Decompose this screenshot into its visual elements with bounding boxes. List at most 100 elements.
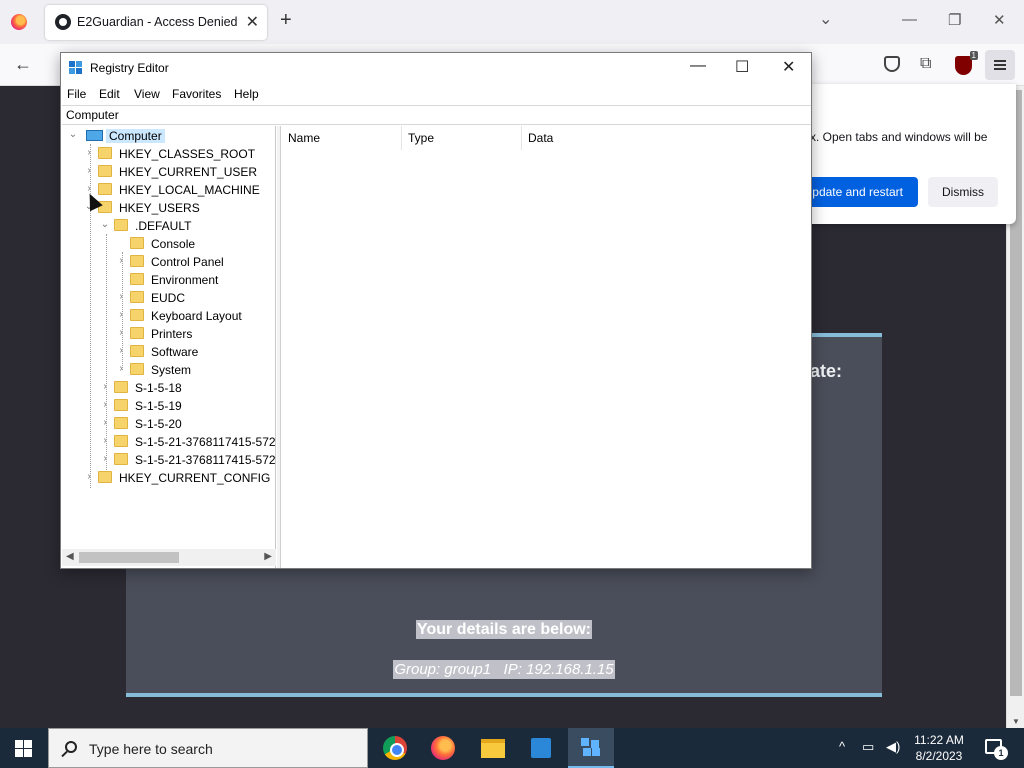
regedit-maximize-button[interactable]: ☐ xyxy=(735,57,749,77)
tree-node-hkey-current-config[interactable]: › HKEY_CURRENT_CONFIG xyxy=(84,469,274,487)
group-ip-line: Group: group1 IP: 192.168.1.15 xyxy=(393,660,615,679)
notifications-icon[interactable]: 1 xyxy=(985,739,1008,760)
browser-tab[interactable]: E2Guardian - Access Denied ✕ xyxy=(45,5,267,40)
taskbar-search-box[interactable]: Type here to search xyxy=(48,728,368,768)
windows-start-icon[interactable] xyxy=(15,740,32,757)
menu-favorites[interactable]: Favorites xyxy=(172,87,221,101)
registry-editor-window: Registry Editor — ☐ ✕ File Edit View Fav… xyxy=(60,52,812,569)
chevron-right-icon[interactable]: › xyxy=(116,363,126,374)
page-heading: ate: xyxy=(810,361,843,381)
browser-close-button[interactable]: ✕ xyxy=(993,11,1006,29)
scroll-right-arrow[interactable]: ▶ xyxy=(264,551,272,562)
chevron-down-icon[interactable]: ⌄ xyxy=(100,219,110,230)
new-tab-button[interactable]: + xyxy=(280,9,292,32)
firefox-icon[interactable] xyxy=(11,14,27,30)
column-header-type[interactable]: Type xyxy=(402,126,522,150)
dismiss-button[interactable]: Dismiss xyxy=(928,177,998,207)
taskbar: Type here to search ^ ▭ ◀) 11:22 AM 8/2/… xyxy=(0,728,1024,768)
taskbar-clock[interactable]: 11:22 AM 8/2/2023 xyxy=(905,732,973,764)
chevron-right-icon[interactable]: › xyxy=(100,453,110,464)
regedit-close-button[interactable]: ✕ xyxy=(782,57,795,77)
tree-node-hkey-local-machine[interactable]: › HKEY_LOCAL_MACHINE xyxy=(84,181,274,199)
chevron-right-icon[interactable]: › xyxy=(100,381,110,392)
folder-icon xyxy=(98,147,112,159)
chrome-icon[interactable] xyxy=(383,736,407,760)
menu-edit[interactable]: Edit xyxy=(99,87,120,101)
volume-icon[interactable]: ◀) xyxy=(886,739,900,755)
github-icon xyxy=(55,14,71,30)
back-button[interactable]: ← xyxy=(14,54,32,75)
chevron-right-icon[interactable]: › xyxy=(116,309,126,320)
ublock-icon[interactable]: 1 xyxy=(955,51,978,75)
tree-node-default[interactable]: ⌄ .DEFAULT xyxy=(100,217,275,235)
chevron-right-icon[interactable]: › xyxy=(100,399,110,410)
tree-horizontal-scrollbar[interactable]: ◀ ▶ xyxy=(62,549,276,566)
column-header-name[interactable]: Name xyxy=(282,126,402,150)
chevron-right-icon[interactable]: › xyxy=(116,255,126,266)
browser-restore-button[interactable]: ❐ xyxy=(948,11,961,29)
pane-splitter[interactable] xyxy=(277,126,281,568)
network-icon[interactable]: ▭ xyxy=(862,739,874,755)
computer-icon xyxy=(86,130,103,141)
update-notification-panel: x. Open tabs and windows will be pdate a… xyxy=(790,84,1016,224)
tree-node-hkey-current-user[interactable]: › HKEY_CURRENT_USER xyxy=(84,163,274,181)
tree-node-console[interactable]: Console xyxy=(116,235,275,253)
tree-node-sid-21-b[interactable]: › S-1-5-21-3768117415-5727 xyxy=(100,451,275,469)
folder-icon xyxy=(130,327,144,339)
chevron-right-icon[interactable]: › xyxy=(116,345,126,356)
regedit-title-bar[interactable]: Registry Editor — ☐ ✕ xyxy=(61,53,811,83)
folder-icon xyxy=(114,453,128,465)
browser-tab-bar: E2Guardian - Access Denied ✕ + ⌄ — ❐ ✕ xyxy=(0,0,1024,44)
menu-file[interactable]: File xyxy=(67,87,86,101)
tree-node-system[interactable]: › System xyxy=(116,361,275,379)
chevron-right-icon[interactable]: › xyxy=(84,147,94,158)
update-and-restart-button[interactable]: pdate and restart xyxy=(800,177,918,207)
menu-view[interactable]: View xyxy=(134,87,160,101)
chevron-right-icon[interactable]: › xyxy=(84,165,94,176)
tree-node-computer[interactable]: ⌄ Computer xyxy=(68,127,268,145)
tree-node-environment[interactable]: Environment xyxy=(116,271,275,289)
chevron-right-icon[interactable]: › xyxy=(100,417,110,428)
pocket-icon[interactable] xyxy=(884,56,900,72)
values-list[interactable]: Name Type Data xyxy=(282,126,811,568)
column-header-data[interactable]: Data xyxy=(522,126,662,150)
menu-help[interactable]: Help xyxy=(234,87,259,101)
chevron-down-icon[interactable]: ⌄ xyxy=(68,129,78,140)
extensions-icon[interactable]: ⧉ xyxy=(920,55,931,73)
tree-node-sid-18[interactable]: › S-1-5-18 xyxy=(100,379,275,397)
tree-node-software[interactable]: › Software xyxy=(116,343,275,361)
folder-icon xyxy=(114,435,128,447)
tree-node-eudc[interactable]: › EUDC xyxy=(116,289,275,307)
tree-node-keyboard-layout[interactable]: › Keyboard Layout xyxy=(116,307,275,325)
update-message: x. Open tabs and windows will be xyxy=(810,130,988,144)
list-tabs-button[interactable]: ⌄ xyxy=(819,9,832,29)
tab-close-button[interactable]: ✕ xyxy=(246,12,259,32)
regedit-taskbar-button[interactable] xyxy=(568,728,614,768)
address-bar[interactable]: Computer xyxy=(62,105,811,125)
tree-node-sid-19[interactable]: › S-1-5-19 xyxy=(100,397,275,415)
hamburger-menu-button[interactable] xyxy=(985,50,1015,80)
folder-icon xyxy=(130,291,144,303)
chevron-right-icon[interactable]: › xyxy=(84,471,94,482)
store-icon[interactable] xyxy=(531,738,551,758)
notification-count: 1 xyxy=(994,746,1008,760)
tree-node-hkey-users[interactable]: ⌄ HKEY_USERS xyxy=(84,199,274,217)
tree-node-sid-20[interactable]: › S-1-5-20 xyxy=(100,415,275,433)
firefox-taskbar-icon[interactable] xyxy=(431,736,455,760)
chevron-right-icon[interactable]: › xyxy=(100,435,110,446)
tree-node-printers[interactable]: › Printers xyxy=(116,325,275,343)
search-icon xyxy=(65,741,77,753)
tree-node-hkey-classes-root[interactable]: › HKEY_CLASSES_ROOT xyxy=(84,145,274,163)
chevron-right-icon[interactable]: › xyxy=(116,327,126,338)
chevron-right-icon[interactable]: › xyxy=(116,291,126,302)
tree-scrollbar-thumb[interactable] xyxy=(79,552,179,563)
tree-node-control-panel[interactable]: › Control Panel xyxy=(116,253,275,271)
scroll-down-arrow[interactable]: ▼ xyxy=(1012,717,1020,726)
scroll-left-arrow[interactable]: ◀ xyxy=(66,551,74,562)
regedit-minimize-button[interactable]: — xyxy=(690,57,706,75)
file-explorer-icon[interactable] xyxy=(481,739,505,758)
tray-chevron-icon[interactable]: ^ xyxy=(839,739,845,754)
browser-minimize-button[interactable]: — xyxy=(902,11,917,28)
tree-node-sid-21-a[interactable]: › S-1-5-21-3768117415-5727 xyxy=(100,433,275,451)
regedit-taskbar-icon xyxy=(581,738,601,756)
